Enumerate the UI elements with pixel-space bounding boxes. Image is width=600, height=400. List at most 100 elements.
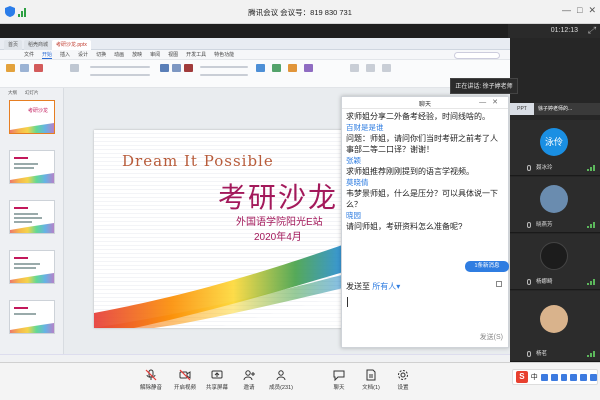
participant-tile[interactable]: 杨娜畸: [510, 234, 600, 290]
unmute-button[interactable]: 解除静音: [134, 369, 168, 391]
menu-start[interactable]: 开始: [42, 50, 53, 59]
recipient-select[interactable]: 所有人: [372, 282, 396, 291]
chat-label: 聊天: [333, 385, 345, 391]
ribbon-toolbar: [0, 60, 510, 88]
documents-button[interactable]: 文档(1): [354, 369, 388, 391]
menu-developer[interactable]: 开发工具: [186, 50, 206, 59]
chat-icon: [333, 370, 345, 381]
ime-voice-icon[interactable]: [560, 373, 568, 381]
ime-keyboard-icon[interactable]: [570, 373, 578, 381]
replace-icon[interactable]: [366, 64, 375, 72]
ime-skin-icon[interactable]: [580, 373, 588, 381]
menu-review[interactable]: 审阅: [150, 50, 160, 59]
signal-icon: [587, 279, 595, 285]
timer-bar: 01:12:13 ⤢: [508, 24, 600, 38]
menu-design[interactable]: 设计: [78, 50, 88, 59]
ime-emoji-icon[interactable]: [550, 373, 558, 381]
settings-button[interactable]: 设置: [386, 369, 420, 391]
members-icon: [276, 370, 286, 381]
maximize-icon[interactable]: □: [577, 5, 582, 16]
menu-view[interactable]: 视图: [168, 50, 178, 59]
new-message-badge[interactable]: 1条新消息: [465, 261, 509, 272]
invite-icon: [243, 370, 255, 381]
tab-slides[interactable]: 幻灯片: [25, 88, 39, 98]
menu-insert[interactable]: 插入: [60, 50, 70, 59]
slide-headline: Dream It Possible: [122, 152, 274, 170]
menu-slideshow[interactable]: 放映: [132, 50, 142, 59]
screenshot-icon[interactable]: [496, 281, 502, 287]
share-screen-label: 共享屏幕: [205, 385, 228, 391]
shape-icon[interactable]: [272, 64, 281, 72]
slide-thumbnail[interactable]: [9, 150, 55, 184]
participant-tile[interactable]: 杨茗: [510, 291, 600, 362]
meeting-title: 腾讯会议 会议号：819 830 731: [248, 8, 352, 17]
ime-toolbar[interactable]: S 中: [512, 369, 598, 385]
menu-animation[interactable]: 动画: [114, 50, 124, 59]
invite-button[interactable]: 邀请: [232, 369, 266, 391]
participant-tile[interactable]: 泳伶 聂冰玲: [510, 120, 600, 176]
layout-icon[interactable]: [70, 64, 79, 72]
shared-content-tab[interactable]: PPT: [510, 103, 534, 115]
menu-transition[interactable]: 切换: [96, 50, 106, 59]
share-screen-button[interactable]: 共享屏幕: [200, 369, 234, 391]
ime-language[interactable]: 中: [531, 372, 538, 382]
search-input[interactable]: [454, 51, 500, 59]
new-slide-icon[interactable]: [34, 64, 43, 72]
italic-icon[interactable]: [172, 64, 181, 72]
send-to-label: 发送至: [346, 282, 370, 291]
unmute-label: 解除静音: [139, 385, 162, 391]
start-video-button[interactable]: 开启视频: [168, 369, 202, 391]
members-button[interactable]: 成员(231): [264, 369, 298, 391]
settings-label: 设置: [397, 385, 409, 391]
select-icon[interactable]: [382, 64, 391, 72]
participant-tile[interactable]: 晓燕芳: [510, 177, 600, 233]
close-icon[interactable]: ✕: [492, 99, 504, 106]
slide-thumbnail[interactable]: [9, 250, 55, 284]
presenter-label[interactable]: 徐子婷老师的...: [534, 103, 600, 115]
chat-message: 问题：师姐，请问你们当时考研之前考了人事部二等二口译？谢谢！: [346, 134, 498, 154]
cut-icon[interactable]: [20, 64, 29, 72]
chat-message: 求师姐推荐刚刚提到的语言学视频。: [346, 167, 474, 176]
tab-home[interactable]: 首页: [4, 40, 23, 50]
fullscreen-icon[interactable]: ⤢: [588, 25, 595, 36]
slide-thumbnail[interactable]: 考研沙龙: [9, 100, 55, 134]
close-icon[interactable]: ✕: [588, 5, 596, 16]
tab-outline[interactable]: 大纲: [8, 88, 17, 98]
font-color-icon[interactable]: [184, 64, 193, 72]
participant-name: 杨茗: [536, 351, 548, 357]
meeting-title-bar: 腾讯会议 会议号：819 830 731 — □ ✕: [0, 0, 600, 24]
textbox-icon[interactable]: [256, 64, 265, 72]
mic-icon: [527, 165, 531, 171]
chat-message-list[interactable]: 求师姐分享二外备考经验，时间线啥的。 百财是是谁 问题：师姐，请问你们当时考研之…: [346, 111, 504, 232]
style-icon[interactable]: [304, 64, 313, 72]
tab-document[interactable]: 考研沙龙.pptx: [52, 40, 91, 50]
minimize-icon[interactable]: —: [479, 99, 492, 106]
participant-name: 杨娜畸: [536, 279, 553, 285]
avatar: [540, 185, 568, 213]
chat-sender[interactable]: 张颖: [346, 155, 504, 166]
slide-thumbnail[interactable]: [9, 300, 55, 334]
send-to-row: 发送至 所有人▾: [346, 281, 502, 292]
menu-file[interactable]: 文件: [24, 50, 34, 59]
chat-sender[interactable]: 百财是是谁: [346, 122, 504, 133]
tab-store[interactable]: 稻壳商城: [24, 40, 53, 50]
chat-button[interactable]: 聊天: [322, 369, 356, 391]
chat-sender[interactable]: 晓园: [346, 210, 504, 221]
wps-menu-bar: 文件 开始 插入 设计 切换 动画 放映 审阅 视图 开发工具 特色功能: [0, 50, 510, 60]
wps-tab-strip: 首页 稻壳商城 考研沙龙.pptx: [0, 38, 510, 50]
find-icon[interactable]: [350, 64, 359, 72]
minimize-icon[interactable]: —: [562, 5, 571, 16]
menu-special[interactable]: 特色功能: [214, 50, 234, 59]
paste-icon[interactable]: [6, 64, 15, 72]
send-button[interactable]: 发送(S): [480, 332, 503, 342]
chat-input[interactable]: [347, 297, 348, 307]
chat-message: 求师姐分享二外备考经验，时间线啥的。: [346, 112, 490, 121]
chat-sender[interactable]: 莫晓倩: [346, 177, 504, 188]
chevron-down-icon[interactable]: ▾: [396, 282, 400, 291]
ime-menu-icon[interactable]: [590, 373, 598, 381]
slide-thumbnail[interactable]: [9, 200, 55, 234]
ime-punct-icon[interactable]: [540, 373, 548, 381]
arrange-icon[interactable]: [288, 64, 297, 72]
bold-icon[interactable]: [160, 64, 169, 72]
avatar: [540, 305, 568, 333]
